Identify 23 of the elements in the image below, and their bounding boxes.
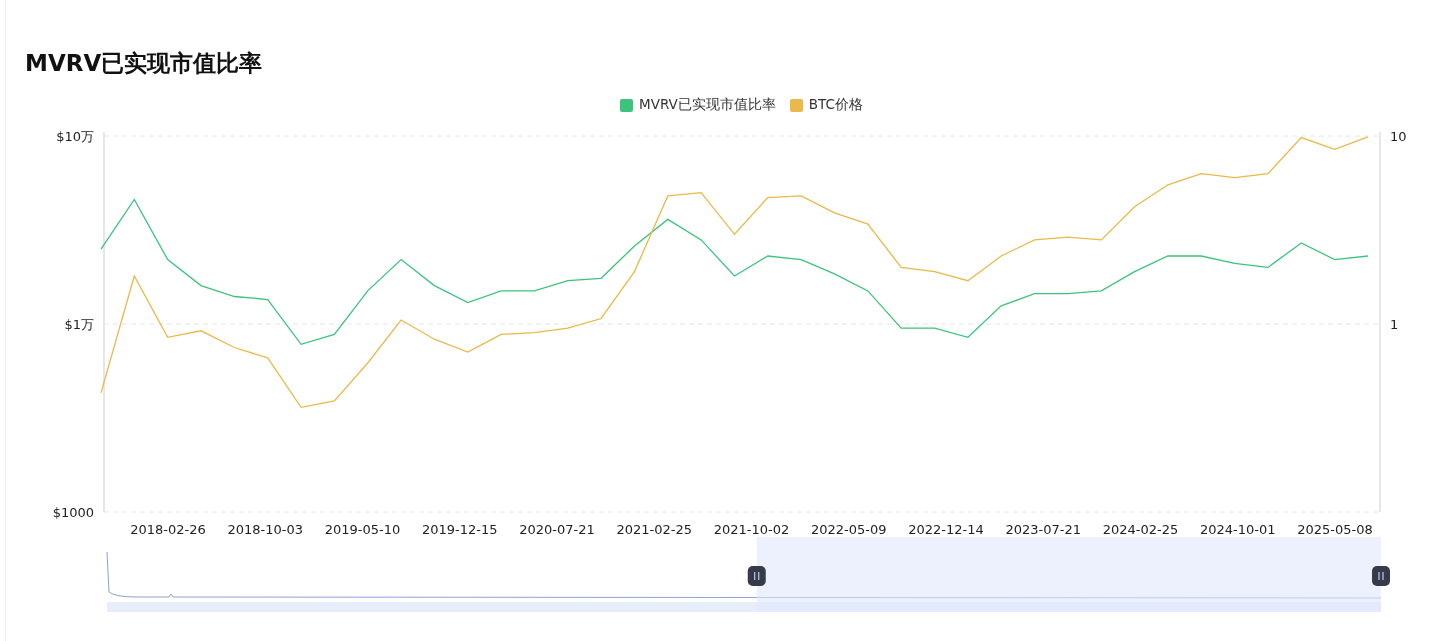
x-axis-label: 2022-05-09	[810, 522, 887, 537]
y-axis-label: $1万	[64, 317, 94, 332]
y-axis-label: $10万	[56, 129, 94, 144]
legend-label[interactable]: BTC价格	[808, 96, 863, 114]
range-handle[interactable]	[747, 566, 766, 586]
x-axis-label: 2023-07-21	[1005, 522, 1082, 537]
range-handle[interactable]	[1372, 566, 1390, 586]
x-axis-label: 2019-12-15	[421, 522, 498, 537]
x-axis-label: 2024-10-01	[1199, 522, 1276, 537]
x-axis-label: 2021-10-02	[713, 522, 790, 537]
x-axis-label: 2018-02-26	[130, 522, 206, 537]
x-axis-label: 2021-02-25	[616, 522, 693, 537]
x-axis-label: 2018-10-03	[227, 522, 304, 537]
x-axis-label: 2019-05-10	[324, 522, 401, 537]
y-axis-label: 10	[1390, 129, 1407, 144]
y-axis-label: $1000	[52, 505, 94, 520]
x-axis-label: 2024-02-25	[1102, 522, 1179, 537]
y-axis-label: 1	[1390, 317, 1399, 332]
legend-label[interactable]: MVRV已实现市值比率	[639, 96, 776, 114]
x-axis-label: 2020-07-21	[519, 522, 595, 537]
chart-title: MVRV已实现市值比率	[24, 49, 264, 78]
x-axis-label: 2022-12-14	[908, 522, 984, 537]
x-axis-label: 2025-05-08	[1297, 522, 1373, 537]
